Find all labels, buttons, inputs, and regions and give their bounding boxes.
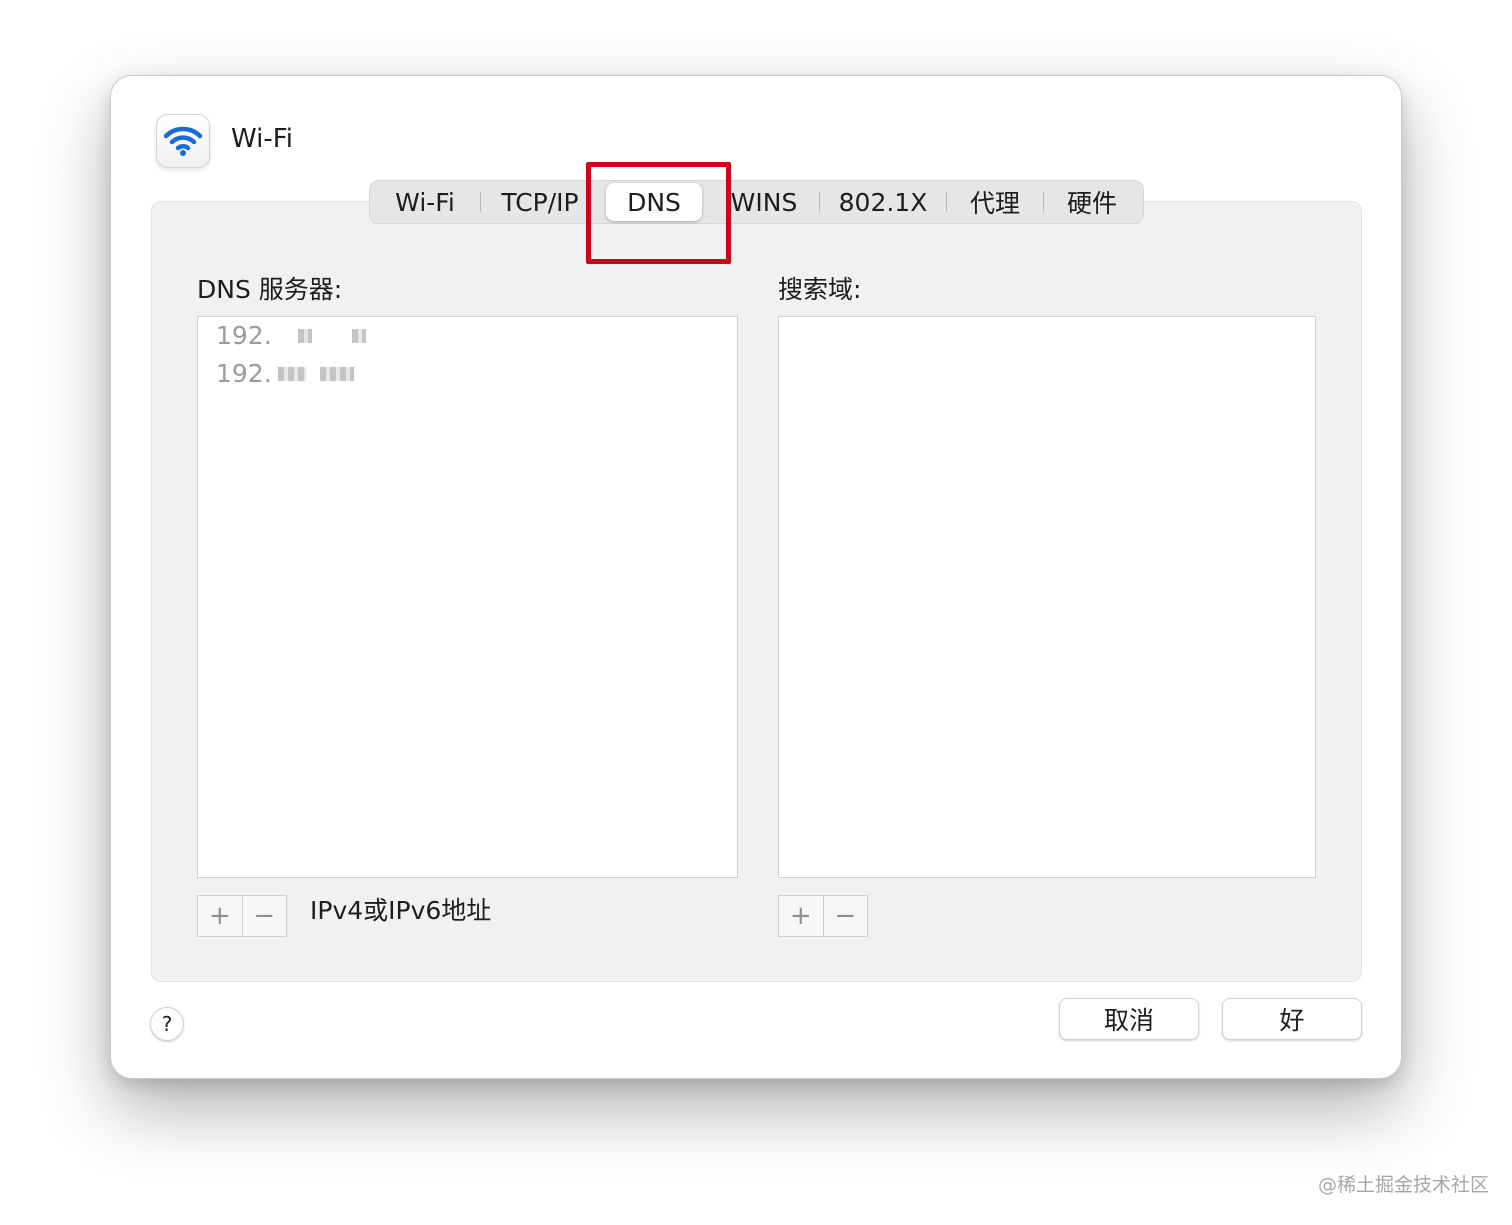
tab-tcpip[interactable]: TCP/IP bbox=[481, 181, 599, 223]
dns-settings-panel: DNS 服务器: 192. 192. + − IPv4或IPv6地址 搜索域: bbox=[151, 201, 1362, 982]
tab-wins[interactable]: WINS bbox=[709, 181, 819, 223]
help-button[interactable]: ? bbox=[150, 1007, 184, 1041]
watermark: @稀土掘金技术社区 bbox=[1318, 1174, 1490, 1196]
dns-server-address: 192. bbox=[216, 321, 272, 350]
dns-servers-label: DNS 服务器: bbox=[197, 275, 343, 304]
dns-server-entry[interactable]: 192. bbox=[216, 321, 366, 350]
remove-search-domain-button[interactable]: − bbox=[822, 896, 868, 936]
ok-button[interactable]: 好 bbox=[1222, 998, 1362, 1040]
dialog-title: Wi-Fi bbox=[231, 124, 294, 154]
tab-wifi[interactable]: Wi-Fi bbox=[370, 181, 480, 223]
redacted-block bbox=[319, 366, 354, 381]
add-dns-server-button[interactable]: + bbox=[198, 896, 242, 936]
tab-dns-label: DNS bbox=[606, 183, 702, 221]
search-domains-stepper: + − bbox=[778, 895, 868, 937]
tab-proxy[interactable]: 代理 bbox=[947, 181, 1043, 223]
dns-server-entry[interactable]: 192. bbox=[216, 359, 354, 388]
screenshot-stage: Wi-Fi DNS 服务器: 192. 192. + − IPv4或IPv6地址… bbox=[0, 0, 1512, 1225]
wifi-icon bbox=[156, 114, 210, 168]
tab-dns[interactable]: DNS bbox=[599, 181, 709, 223]
cancel-button[interactable]: 取消 bbox=[1059, 998, 1199, 1040]
dns-servers-hint: IPv4或IPv6地址 bbox=[310, 896, 492, 925]
redacted-block bbox=[277, 366, 306, 381]
dns-server-address: 192. bbox=[216, 359, 272, 388]
remove-dns-server-button[interactable]: − bbox=[241, 896, 287, 936]
network-settings-dialog: Wi-Fi DNS 服务器: 192. 192. + − IPv4或IPv6地址… bbox=[110, 75, 1402, 1079]
add-search-domain-button[interactable]: + bbox=[779, 896, 823, 936]
redacted-block bbox=[297, 328, 312, 343]
dns-servers-list[interactable]: 192. 192. bbox=[197, 316, 738, 878]
tab-hardware[interactable]: 硬件 bbox=[1044, 181, 1140, 223]
search-domains-label: 搜索域: bbox=[778, 275, 862, 304]
tab-8021x[interactable]: 802.1X bbox=[820, 181, 946, 223]
redacted-block bbox=[351, 328, 366, 343]
tab-bar: Wi-Fi TCP/IP DNS WINS 802.1X 代理 硬件 bbox=[369, 180, 1144, 224]
dns-servers-stepper: + − bbox=[197, 895, 287, 937]
search-domains-list[interactable] bbox=[778, 316, 1316, 878]
